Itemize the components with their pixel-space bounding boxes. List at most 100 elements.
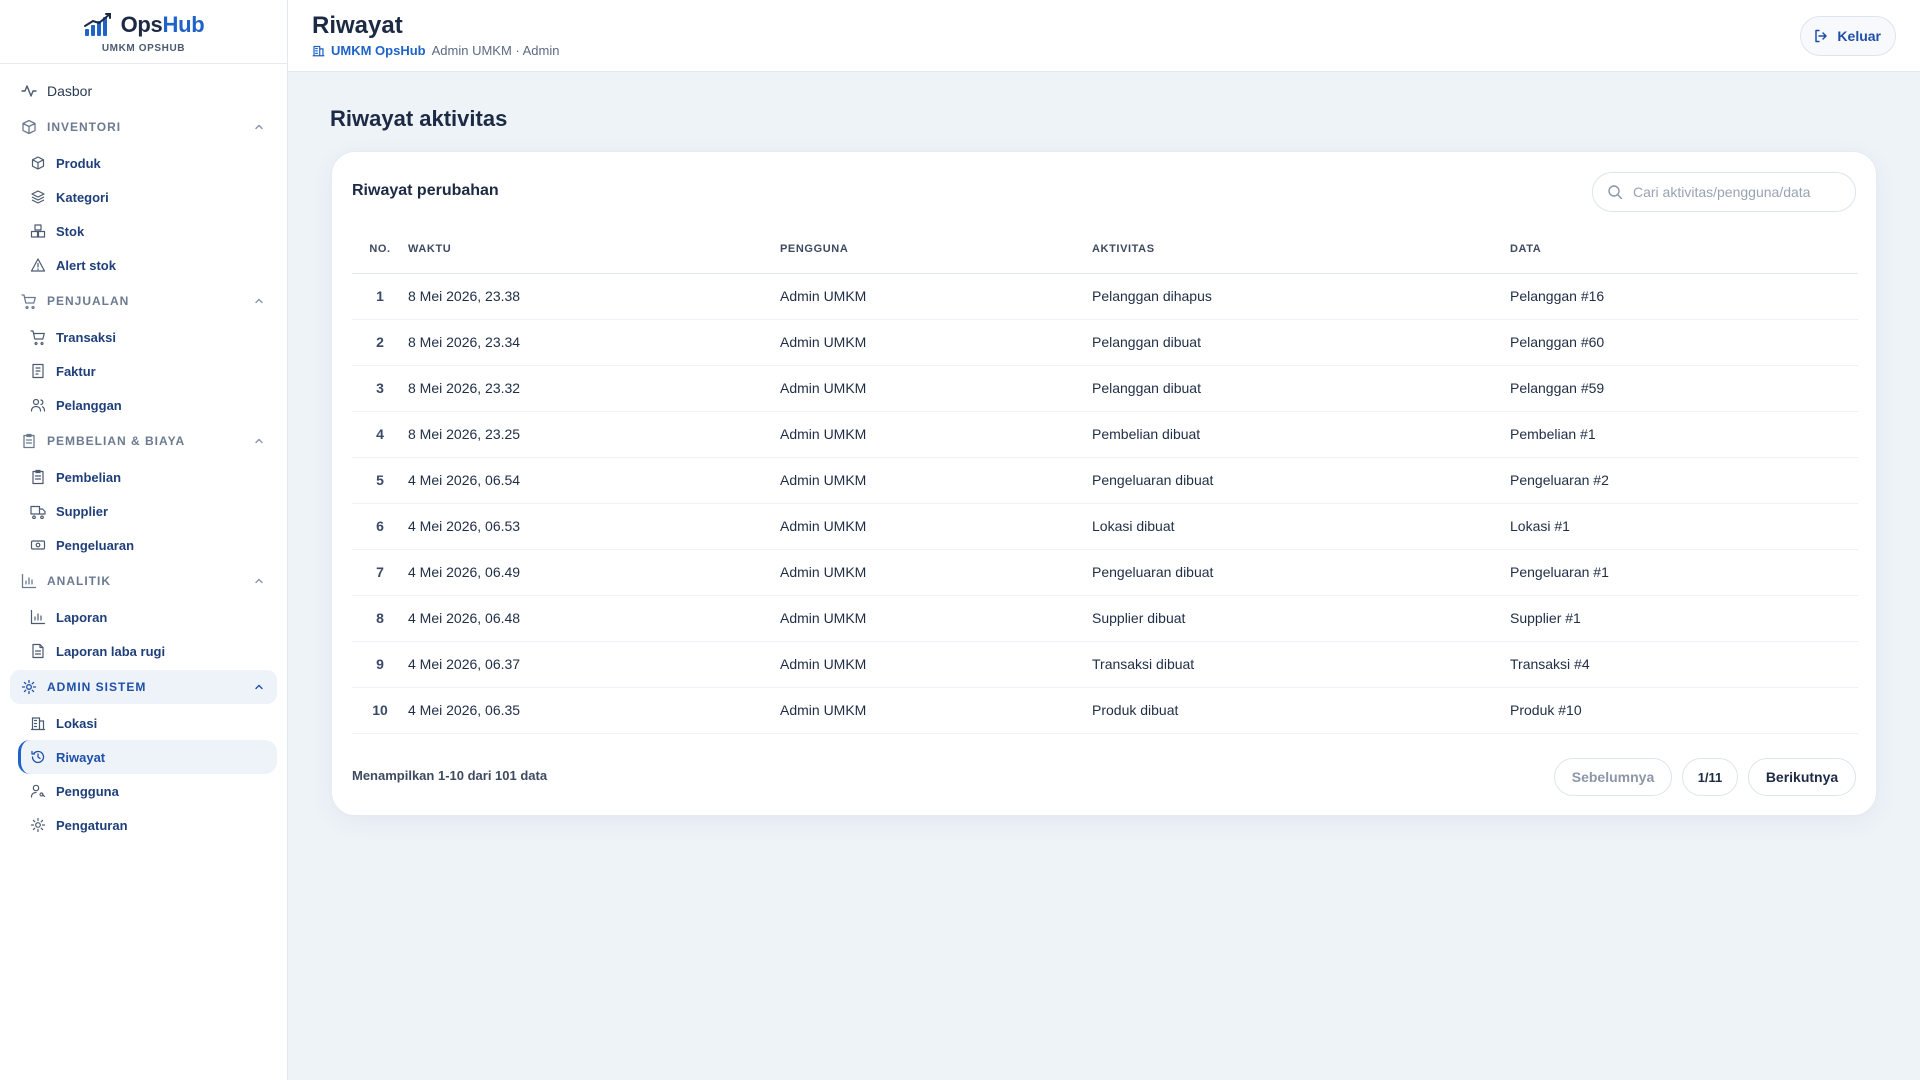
table-header-row: NO. WAKTU PENGGUNA AKTIVITAS DATA [352, 225, 1858, 274]
sidebar-item-label: Faktur [56, 363, 96, 379]
sidebar-item-riwayat[interactable]: Riwayat [18, 740, 277, 774]
shopping-cart-icon [30, 329, 46, 345]
brand-name: OpsHub [120, 11, 205, 37]
cell-waktu: 4 Mei 2026, 06.53 [408, 503, 780, 550]
sidebar-item-label: Alert stok [56, 257, 116, 273]
sidebar-item-label: Laporan laba rugi [56, 643, 166, 659]
cell-data: Pengeluaran #2 [1510, 457, 1858, 504]
sidebar-section-analitik[interactable]: ANALITIK [10, 564, 277, 598]
user-key-icon [30, 783, 46, 799]
building-icon [30, 715, 46, 731]
table-row[interactable]: 5 4 Mei 2026, 06.54 Admin UMKM Pengeluar… [352, 457, 1858, 504]
box-icon [30, 155, 46, 171]
sidebar-section-inventori[interactable]: INVENTORI [10, 110, 277, 144]
column-header-waktu[interactable]: WAKTU [408, 225, 780, 274]
logout-button[interactable]: Keluar [1800, 16, 1896, 56]
cell-waktu: 8 Mei 2026, 23.25 [408, 411, 780, 458]
cell-aktivitas: Produk dibuat [1092, 687, 1510, 734]
top-header: Riwayat UMKM OpsHub Admin UMKM · Admin K… [288, 0, 1920, 72]
cell-no: 9 [352, 641, 408, 688]
previous-page-button[interactable]: Sebelumnya [1554, 758, 1672, 796]
search-input[interactable] [1633, 184, 1833, 200]
brand[interactable]: OpsHub UMKM OPSHUB [0, 0, 287, 64]
organization-icon [312, 44, 325, 57]
sidebar-section-admin-sistem[interactable]: ADMIN SISTEM [10, 670, 277, 704]
sidebar-item-laporan[interactable]: Laporan [18, 600, 277, 634]
cell-no: 6 [352, 503, 408, 550]
clipboard-icon [21, 433, 37, 449]
next-page-button[interactable]: Berikutnya [1748, 758, 1856, 796]
sidebar-section-pembelian-biaya[interactable]: PEMBELIAN & BIAYA [10, 424, 277, 458]
sidebar-item-label: Pengaturan [56, 817, 128, 833]
card-title: Riwayat perubahan [352, 182, 499, 199]
sidebar-item-label: Riwayat [56, 749, 106, 765]
table-row[interactable]: 6 4 Mei 2026, 06.53 Admin UMKM Lokasi di… [352, 503, 1858, 550]
sidebar-item-transaksi[interactable]: Transaksi [18, 320, 277, 354]
table-row[interactable]: 8 4 Mei 2026, 06.48 Admin UMKM Supplier … [352, 595, 1858, 642]
gear-icon [21, 679, 37, 695]
table-row[interactable]: 4 8 Mei 2026, 23.25 Admin UMKM Pembelian… [352, 411, 1858, 458]
sidebar-item-pengguna[interactable]: Pengguna [18, 774, 277, 808]
table-row[interactable]: 3 8 Mei 2026, 23.32 Admin UMKM Pelanggan… [352, 365, 1858, 412]
sidebar-item-label: Pengeluaran [56, 537, 135, 553]
cell-aktivitas: Supplier dibuat [1092, 595, 1510, 642]
cell-no: 5 [352, 457, 408, 504]
table-row[interactable]: 2 8 Mei 2026, 23.34 Admin UMKM Pelanggan… [352, 319, 1858, 366]
column-header-aktivitas[interactable]: AKTIVITAS [1092, 225, 1510, 274]
sidebar-item-laporan-laba-rugi[interactable]: Laporan laba rugi [18, 634, 277, 668]
logout-label: Keluar [1837, 28, 1881, 44]
pagination: Sebelumnya 1/11 Berikutnya [1554, 758, 1856, 796]
cell-no: 1 [352, 273, 408, 320]
cell-waktu: 4 Mei 2026, 06.54 [408, 457, 780, 504]
cell-no: 10 [352, 687, 408, 734]
cell-data: Pelanggan #60 [1510, 319, 1858, 366]
column-header-data[interactable]: DATA [1510, 225, 1858, 274]
table-row[interactable]: 10 4 Mei 2026, 06.35 Admin UMKM Produk d… [352, 687, 1858, 734]
section-label: INVENTORI [47, 120, 122, 134]
cell-no: 8 [352, 595, 408, 642]
sidebar-item-faktur[interactable]: Faktur [18, 354, 277, 388]
cell-no: 3 [352, 365, 408, 412]
sidebar-item-pengaturan[interactable]: Pengaturan [18, 808, 277, 842]
sidebar-item-kategori[interactable]: Kategori [18, 180, 277, 214]
sidebar-section-penjualan[interactable]: PENJUALAN [10, 284, 277, 318]
sidebar-item-supplier[interactable]: Supplier [18, 494, 277, 528]
cell-pengguna: Admin UMKM [780, 319, 1092, 366]
current-page-indicator[interactable]: 1/11 [1682, 758, 1738, 796]
sidebar-item-label: Dasbor [47, 83, 93, 99]
table-row[interactable]: 9 4 Mei 2026, 06.37 Admin UMKM Transaksi… [352, 641, 1858, 688]
cell-waktu: 8 Mei 2026, 23.34 [408, 319, 780, 366]
table-row[interactable]: 7 4 Mei 2026, 06.49 Admin UMKM Pengeluar… [352, 549, 1858, 596]
sidebar-item-lokasi[interactable]: Lokasi [18, 706, 277, 740]
sidebar-item-pembelian[interactable]: Pembelian [18, 460, 277, 494]
column-header-pengguna[interactable]: PENGGUNA [780, 225, 1092, 274]
cell-pengguna: Admin UMKM [780, 365, 1092, 412]
cell-data: Transaksi #4 [1510, 641, 1858, 688]
cell-waktu: 4 Mei 2026, 06.49 [408, 549, 780, 596]
activity-icon [21, 83, 37, 99]
cell-pengguna: Admin UMKM [780, 273, 1092, 320]
clipboard-list-icon [30, 469, 46, 485]
invoice-icon [30, 363, 46, 379]
boxes-icon [30, 223, 46, 239]
table-row[interactable]: 1 8 Mei 2026, 23.38 Admin UMKM Pelanggan… [352, 273, 1858, 320]
cell-aktivitas: Pengeluaran dibuat [1092, 549, 1510, 596]
column-header-no[interactable]: NO. [352, 225, 408, 274]
sidebar-item-stok[interactable]: Stok [18, 214, 277, 248]
cell-pengguna: Admin UMKM [780, 687, 1092, 734]
sidebar-item-dashboard[interactable]: Dasbor [0, 74, 287, 108]
sidebar-item-pengeluaran[interactable]: Pengeluaran [18, 528, 277, 562]
sidebar-item-alert-stok[interactable]: Alert stok [18, 248, 277, 282]
history-table: NO. WAKTU PENGGUNA AKTIVITAS DATA 1 8 Me… [352, 225, 1858, 734]
organization-name: UMKM OpsHub [331, 43, 426, 58]
sidebar-item-label: Pengguna [56, 783, 119, 799]
cell-aktivitas: Pelanggan dihapus [1092, 273, 1510, 320]
cell-aktivitas: Lokasi dibuat [1092, 503, 1510, 550]
cell-aktivitas: Transaksi dibuat [1092, 641, 1510, 688]
sidebar-item-produk[interactable]: Produk [18, 146, 277, 180]
sidebar-item-pelanggan[interactable]: Pelanggan [18, 388, 277, 422]
sidebar-item-label: Lokasi [56, 715, 98, 731]
cell-waktu: 4 Mei 2026, 06.35 [408, 687, 780, 734]
sidebar-item-label: Laporan [56, 609, 108, 625]
sidebar-item-label: Pembelian [56, 469, 122, 485]
